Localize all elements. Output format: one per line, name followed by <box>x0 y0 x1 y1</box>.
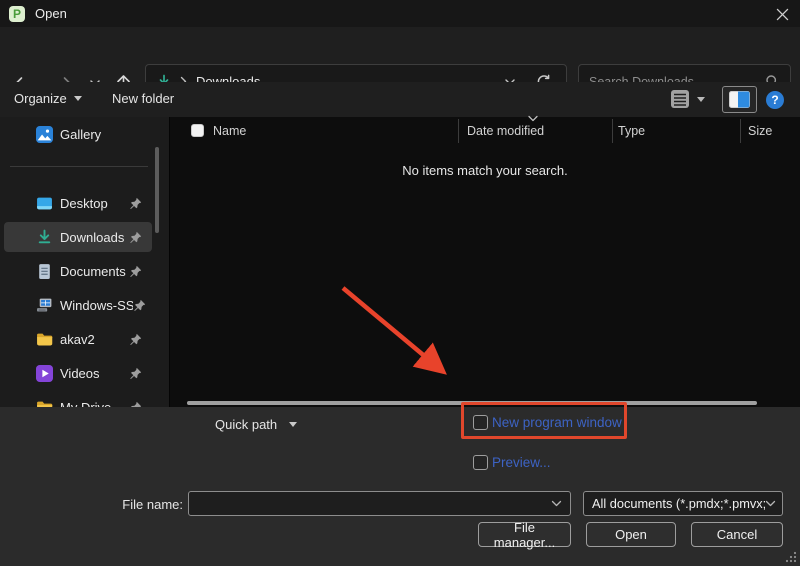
column-header-type[interactable]: Type <box>618 124 645 138</box>
file-type-value: All documents (*.pmdx;*.pmvx;* <box>592 496 765 511</box>
select-all-checkbox[interactable] <box>191 124 204 137</box>
pc-icon <box>36 297 53 314</box>
sidebar-item-label: Gallery <box>60 127 152 142</box>
sidebar-item-my-drive[interactable]: My Drive <box>4 392 152 407</box>
preview-label: Preview... <box>492 455 551 470</box>
horizontal-scrollbar[interactable] <box>187 401 757 405</box>
open-button[interactable]: Open <box>586 522 676 547</box>
sidebar-item-label: akav2 <box>60 332 129 347</box>
close-icon[interactable] <box>773 5 791 23</box>
sidebar-scrollbar[interactable] <box>155 147 159 233</box>
open-dialog: P Open Downloads <box>0 0 800 566</box>
column-divider[interactable] <box>740 119 741 143</box>
new-folder-button[interactable]: New folder <box>112 91 174 106</box>
resize-grip-icon[interactable] <box>785 551 797 563</box>
details-view-icon <box>670 89 690 109</box>
sidebar-separator <box>10 166 148 167</box>
organize-dropdown-icon <box>74 96 82 101</box>
folder-icon <box>36 331 53 348</box>
sidebar-item-label: My Drive <box>60 400 129 408</box>
column-header-size[interactable]: Size <box>748 124 772 138</box>
sidebar-item-desktop[interactable]: Desktop <box>4 188 152 218</box>
column-divider[interactable] <box>458 119 459 143</box>
file-name-dropdown-chevron-icon[interactable] <box>551 500 562 507</box>
downloads-icon <box>36 229 53 246</box>
pin-icon <box>129 265 142 278</box>
sidebar-item-label: Documents <box>60 264 129 279</box>
file-name-input[interactable] <box>188 491 571 516</box>
file-manager-button[interactable]: File manager... <box>478 522 571 547</box>
file-name-label: File name: <box>108 497 183 512</box>
navigation-bar: Downloads Search Downloads <box>0 27 800 82</box>
view-mode-button[interactable] <box>670 89 705 109</box>
new-folder-label: New folder <box>112 91 174 106</box>
pin-icon <box>129 197 142 210</box>
organize-label: Organize <box>14 91 67 106</box>
sidebar-item-akav2[interactable]: akav2 <box>4 324 152 354</box>
preview-pane-toggle[interactable] <box>722 86 757 113</box>
sidebar: Gallery Desktop Downloads <box>0 117 170 407</box>
window-title: Open <box>35 6 67 21</box>
quick-path-dropdown-icon <box>289 422 297 427</box>
sidebar-item-label: Videos <box>60 366 129 381</box>
app-icon: P <box>9 6 25 22</box>
organize-button[interactable]: Organize <box>14 91 82 106</box>
help-label: ? <box>771 93 778 107</box>
empty-list-message: No items match your search. <box>170 163 800 178</box>
sidebar-item-label: Downloads <box>60 230 129 245</box>
new-program-window-label: New program window <box>492 415 622 430</box>
column-divider[interactable] <box>612 119 613 143</box>
preview-option[interactable]: Preview... <box>473 455 551 470</box>
sidebar-item-gallery[interactable]: Gallery <box>4 119 152 149</box>
help-button[interactable]: ? <box>766 91 784 109</box>
pin-icon <box>133 299 146 312</box>
sidebar-item-windows-ssi[interactable]: Windows-SSI <box>4 290 152 320</box>
bottom-panel <box>0 407 800 566</box>
content-area: Gallery Desktop Downloads <box>0 117 800 407</box>
command-toolbar: Organize New folder ? <box>0 82 800 117</box>
pin-icon <box>129 367 142 380</box>
sidebar-item-label: Desktop <box>60 196 129 211</box>
new-program-window-option[interactable]: New program window <box>473 415 622 430</box>
title-bar: P Open <box>0 0 800 27</box>
new-program-window-checkbox[interactable] <box>473 415 488 430</box>
quick-path-label: Quick path <box>215 417 277 432</box>
file-type-select[interactable]: All documents (*.pmdx;*.pmvx;* <box>583 491 783 516</box>
folder-icon <box>36 399 53 408</box>
pin-icon <box>129 231 142 244</box>
column-header-name[interactable]: Name <box>213 124 246 138</box>
file-type-dropdown-chevron-icon <box>765 500 776 507</box>
desktop-icon <box>36 195 53 212</box>
sort-chevron-icon <box>527 115 539 122</box>
videos-icon <box>36 365 53 382</box>
gallery-icon <box>36 126 53 143</box>
sidebar-item-downloads[interactable]: Downloads <box>4 222 152 252</box>
sidebar-item-documents[interactable]: Documents <box>4 256 152 286</box>
file-list: Name Date modified Type Size No items ma… <box>170 117 800 407</box>
sidebar-item-label: Windows-SSI <box>60 298 133 313</box>
preview-pane-icon <box>729 91 750 108</box>
cancel-button[interactable]: Cancel <box>691 522 783 547</box>
quick-path-button[interactable]: Quick path <box>215 417 297 432</box>
view-dropdown-icon <box>697 97 705 102</box>
documents-icon <box>36 263 53 280</box>
sidebar-item-videos[interactable]: Videos <box>4 358 152 388</box>
column-header-date-modified[interactable]: Date modified <box>467 124 544 138</box>
pin-icon <box>129 333 142 346</box>
preview-checkbox[interactable] <box>473 455 488 470</box>
